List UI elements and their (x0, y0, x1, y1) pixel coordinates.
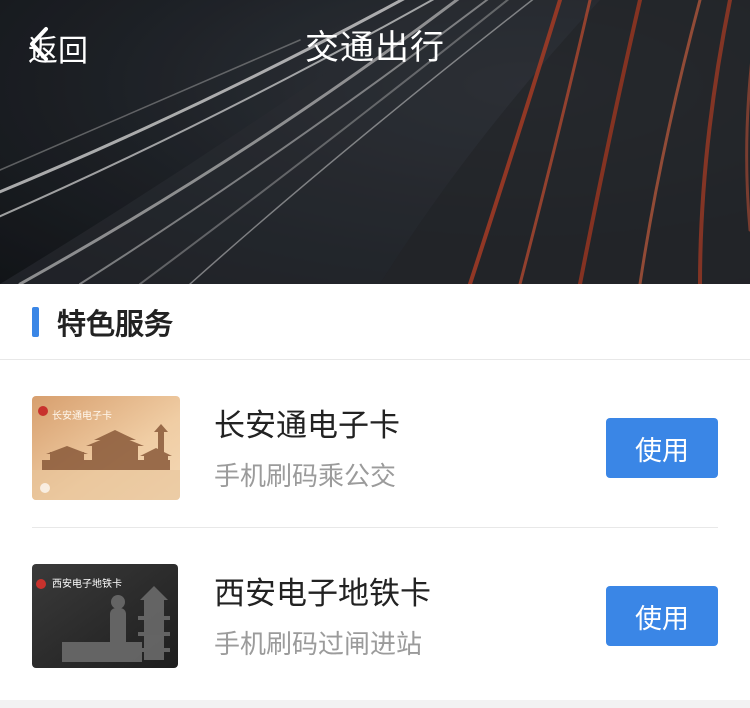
list-item-changan-card[interactable]: 长安通电子卡 长安通电子卡 手机刷码乘公交 使用 (0, 360, 750, 528)
metro-card-thumbnail: 西安电子地铁卡 (32, 564, 178, 668)
list-item-metro-card[interactable]: 西安电子地铁卡 西安电子地铁卡 手机刷码过闸进站 使用 (0, 528, 750, 696)
header-banner: 返回 交通出行 (0, 0, 750, 284)
thumb-text: 长安通电子卡 (52, 411, 112, 422)
changan-card-thumbnail: 长安通电子卡 (32, 396, 180, 500)
featured-services-section: 特色服务 长安通电子卡 长安通电子卡 手机刷码乘公交 使用 西安电子地铁卡 西安… (0, 284, 750, 700)
use-button[interactable]: 使用 (606, 418, 718, 478)
use-button[interactable]: 使用 (606, 586, 718, 646)
service-desc: 手机刷码乘公交 (214, 462, 397, 492)
service-name: 长安通电子卡 (214, 408, 400, 444)
thumb-text: 西安电子地铁卡 (52, 579, 122, 590)
section-title: 特色服务 (57, 306, 174, 341)
section-header: 特色服务 (0, 284, 750, 360)
service-name: 西安电子地铁卡 (214, 576, 431, 612)
page-title: 交通出行 (305, 28, 445, 68)
section-accent-bar (32, 306, 39, 337)
service-desc: 手机刷码过闸进站 (214, 630, 423, 660)
